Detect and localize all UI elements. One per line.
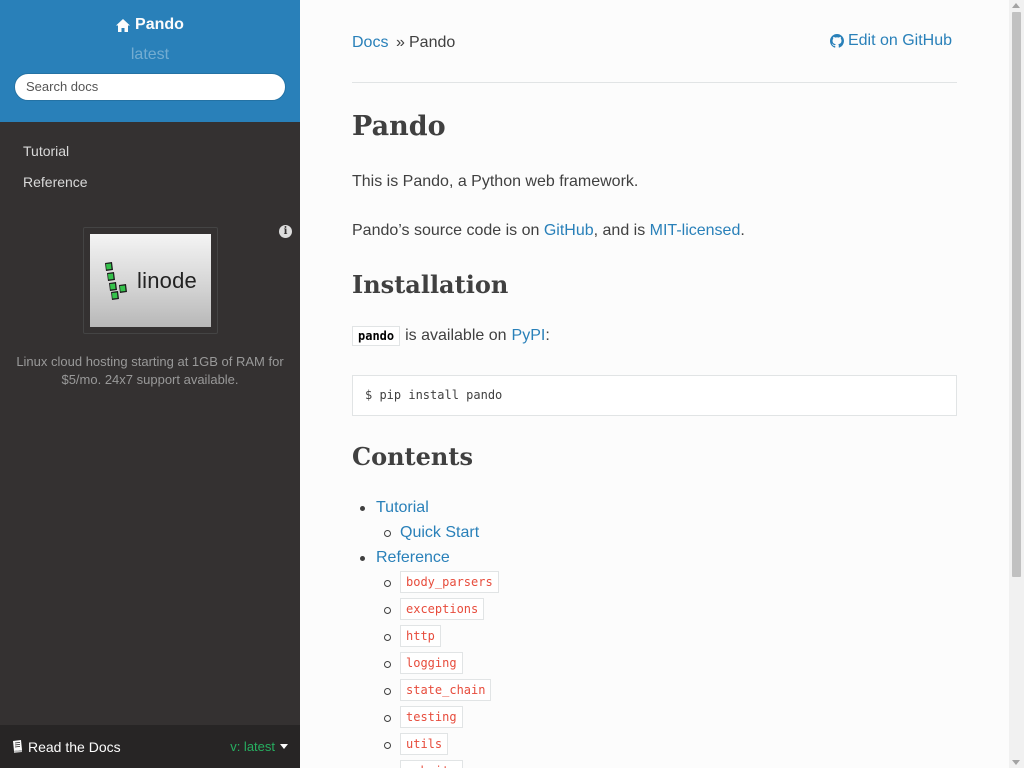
- linode-logo-icon: [105, 261, 128, 300]
- breadcrumb-separator: »: [396, 34, 405, 51]
- list-item: exceptions: [352, 598, 952, 625]
- installation-heading: Installation: [352, 270, 509, 299]
- list-item: Quick Start: [352, 521, 952, 546]
- version-selector-label: v: latest: [230, 739, 275, 754]
- source-middle: , and is: [593, 222, 650, 239]
- toc-module-link[interactable]: testing: [400, 706, 463, 728]
- list-item: http: [352, 625, 952, 652]
- list-item: state_chain: [352, 679, 952, 706]
- package-name-code: pando: [352, 326, 401, 346]
- rtd-label-text: Read the Docs: [28, 738, 121, 755]
- sidebar-nav: Tutorial Reference: [0, 122, 300, 213]
- info-icon[interactable]: i: [279, 225, 292, 238]
- pypi-link[interactable]: PyPI: [512, 327, 546, 344]
- edit-on-github-link[interactable]: Edit on GitHub: [829, 32, 952, 50]
- ad-image-link[interactable]: linode: [82, 227, 218, 334]
- page-scrollbar[interactable]: [1009, 0, 1024, 768]
- main-content: Docs » Pando Edit on GitHub Pando This i…: [352, 0, 957, 768]
- toc-module-link[interactable]: state_chain: [400, 679, 492, 701]
- sidebar-item-reference[interactable]: Reference: [0, 171, 300, 202]
- caret-down-icon: [280, 744, 288, 749]
- sidebar-header: Pando latest: [0, 0, 300, 122]
- toc-module-link[interactable]: website: [400, 760, 463, 768]
- version-selector[interactable]: v: latest: [230, 739, 288, 754]
- list-item: Reference: [352, 546, 952, 571]
- intro-paragraph: This is Pando, a Python web framework.: [352, 173, 639, 190]
- list-item: testing: [352, 706, 952, 733]
- book-icon: [13, 740, 22, 753]
- list-item: body_parsers: [352, 571, 952, 598]
- install-suffix: :: [545, 327, 550, 344]
- toc-module-link[interactable]: utils: [400, 733, 449, 755]
- sponsor-ad: i linode Linux cloud hosting starting at…: [0, 213, 300, 725]
- toc-tutorial-link[interactable]: Tutorial: [376, 499, 429, 516]
- list-item: utils: [352, 733, 952, 760]
- ad-image-text: linode: [137, 267, 197, 293]
- page-title: Pando: [352, 111, 446, 142]
- home-icon: [116, 18, 131, 32]
- search-input[interactable]: [14, 72, 286, 101]
- toc-quick-start-link[interactable]: Quick Start: [400, 524, 479, 541]
- toc-module-link[interactable]: http: [400, 625, 441, 647]
- scrollbar-thumb[interactable]: [1012, 12, 1021, 577]
- rtd-label[interactable]: Read the Docs: [12, 739, 121, 755]
- toc-module-link[interactable]: exceptions: [400, 598, 485, 620]
- github-link[interactable]: GitHub: [544, 222, 594, 239]
- source-prefix: Pando’s source code is on: [352, 222, 544, 239]
- toc-module-link[interactable]: logging: [400, 652, 463, 674]
- install-code-block[interactable]: $ pip install pando: [352, 375, 957, 416]
- list-item: logging: [352, 652, 952, 679]
- list-item: website: [352, 760, 952, 768]
- source-suffix: .: [740, 222, 745, 239]
- source-paragraph: Pando’s source code is on GitHub, and is…: [352, 222, 745, 240]
- mit-license-link[interactable]: MIT-licensed: [650, 222, 741, 239]
- list-item: Tutorial: [352, 496, 952, 521]
- ad-image: linode: [89, 234, 211, 327]
- install-text: is available on: [405, 327, 507, 344]
- scroll-up-arrow-icon[interactable]: [1012, 3, 1020, 8]
- version-label: latest: [130, 45, 170, 63]
- table-of-contents: Tutorial Quick Start Reference body_pars…: [352, 496, 952, 768]
- ad-description[interactable]: Linux cloud hosting starting at 1GB of R…: [14, 353, 286, 389]
- scroll-down-arrow-icon[interactable]: [1012, 760, 1020, 765]
- install-paragraph: pando is available on PyPI:: [352, 326, 550, 346]
- github-icon: [829, 34, 844, 48]
- breadcrumb-current: Pando: [409, 34, 456, 51]
- toc-reference-link[interactable]: Reference: [376, 549, 450, 566]
- breadcrumb-docs-link[interactable]: Docs: [352, 34, 388, 52]
- edit-on-github-label: Edit on GitHub: [847, 32, 952, 49]
- contents-heading: Contents: [352, 442, 473, 471]
- project-name: Pando: [135, 16, 184, 33]
- project-home-link[interactable]: Pando: [116, 16, 184, 34]
- breadcrumb: Docs » Pando Edit on GitHub: [352, 0, 957, 83]
- rtd-versions-bar[interactable]: Read the Docs v: latest: [0, 725, 300, 768]
- sidebar: Pando latest Tutorial Reference i: [0, 0, 300, 768]
- sidebar-item-tutorial[interactable]: Tutorial: [0, 140, 300, 171]
- toc-module-link[interactable]: body_parsers: [400, 571, 499, 593]
